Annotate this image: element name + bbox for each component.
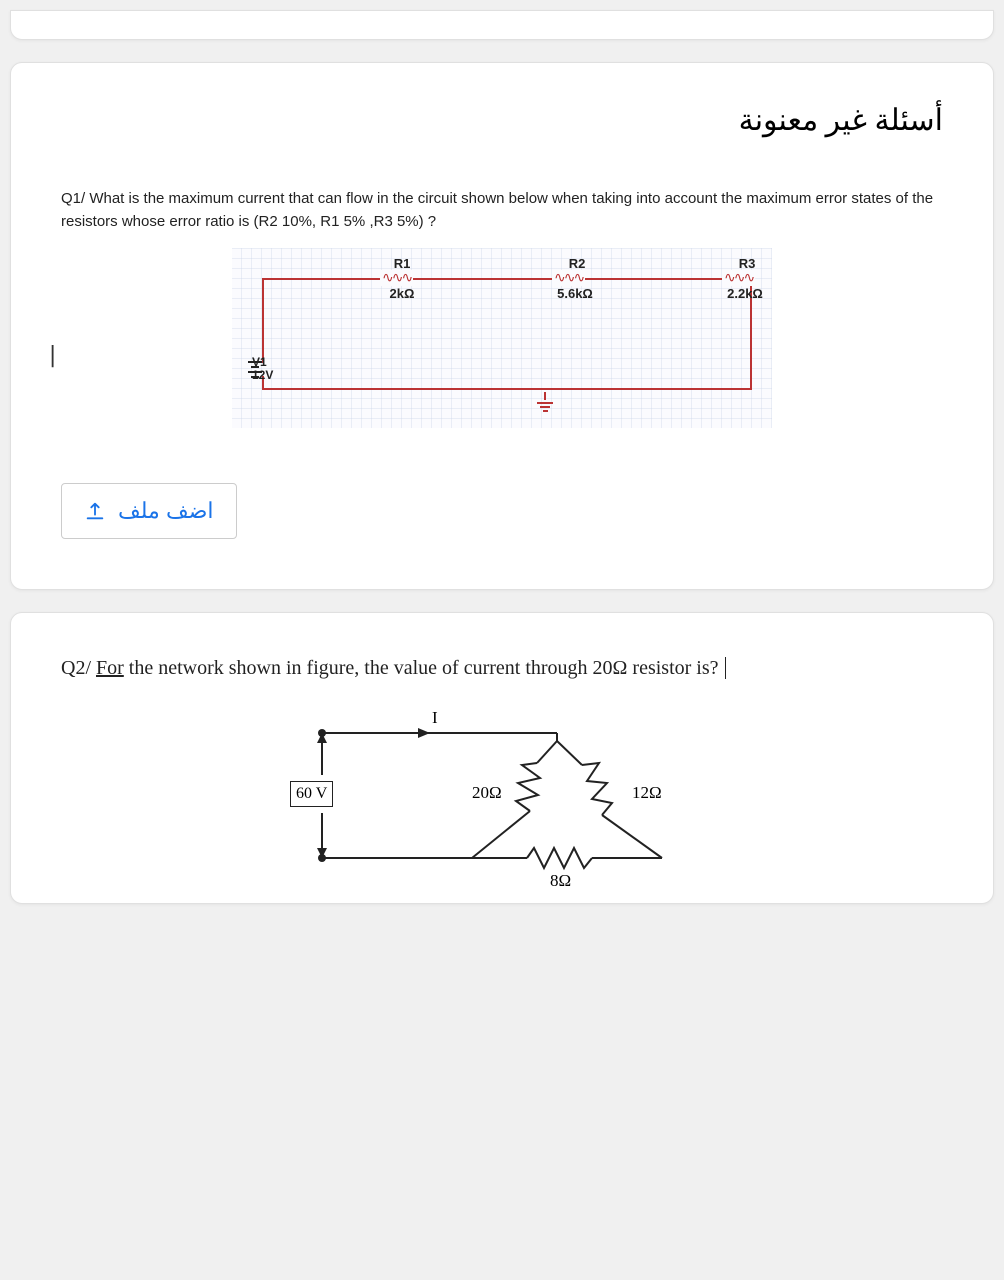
add-file-button[interactable]: اضف ملف [61, 483, 237, 539]
r2-label: R2 [552, 256, 602, 271]
q2-r12-label: 12Ω [632, 783, 662, 803]
text-cursor [720, 657, 726, 679]
add-file-label: اضف ملف [118, 498, 214, 524]
q2-r8-label: 8Ω [550, 871, 571, 891]
r3-label: R3 [722, 256, 772, 271]
q2-current-label: I [432, 708, 438, 728]
r3-value: 2.2kΩ [720, 286, 770, 301]
q2-voltage-source: 60 V [290, 781, 333, 807]
previous-card-stub [10, 10, 994, 40]
q2-circuit-diagram: 60 V I 20Ω 12Ω 8Ω [272, 703, 732, 893]
resistor-icon: ∿∿∿ [722, 270, 755, 286]
q1-text: Q1/ What is the maximum current that can… [61, 188, 943, 233]
ground-icon [537, 390, 553, 414]
question-card-1: أسئلة غير معنونة Q1/ What is the maximum… [10, 62, 994, 590]
q2-rest: the network shown in figure, the value o… [124, 657, 719, 679]
r1-label: R1 [377, 256, 427, 271]
r2-value: 5.6kΩ [550, 286, 600, 301]
resistor-icon: ∿∿∿ [552, 270, 585, 286]
q2-for: For [96, 657, 124, 679]
battery-icon [248, 361, 262, 381]
resistor-icon: ∿∿∿ [380, 270, 413, 286]
question-card-2: Q2/ For the network shown in figure, the… [10, 612, 994, 904]
q2-r20-label: 20Ω [472, 783, 502, 803]
q1-circuit-diagram: R1 ∿∿∿ 2kΩ R2 ∿∿∿ 5.6kΩ R3 ∿∿∿ 2.2kΩ V1 … [232, 248, 772, 428]
section-title: أسئلة غير معنونة [61, 103, 943, 138]
q2-circuit-overlay [272, 703, 732, 893]
q2-prefix: Q2/ [61, 657, 96, 679]
upload-icon [84, 500, 106, 522]
r1-value: 2kΩ [377, 286, 427, 301]
q2-text: Q2/ For the network shown in figure, the… [61, 653, 943, 683]
text-cursor: | [46, 343, 59, 368]
